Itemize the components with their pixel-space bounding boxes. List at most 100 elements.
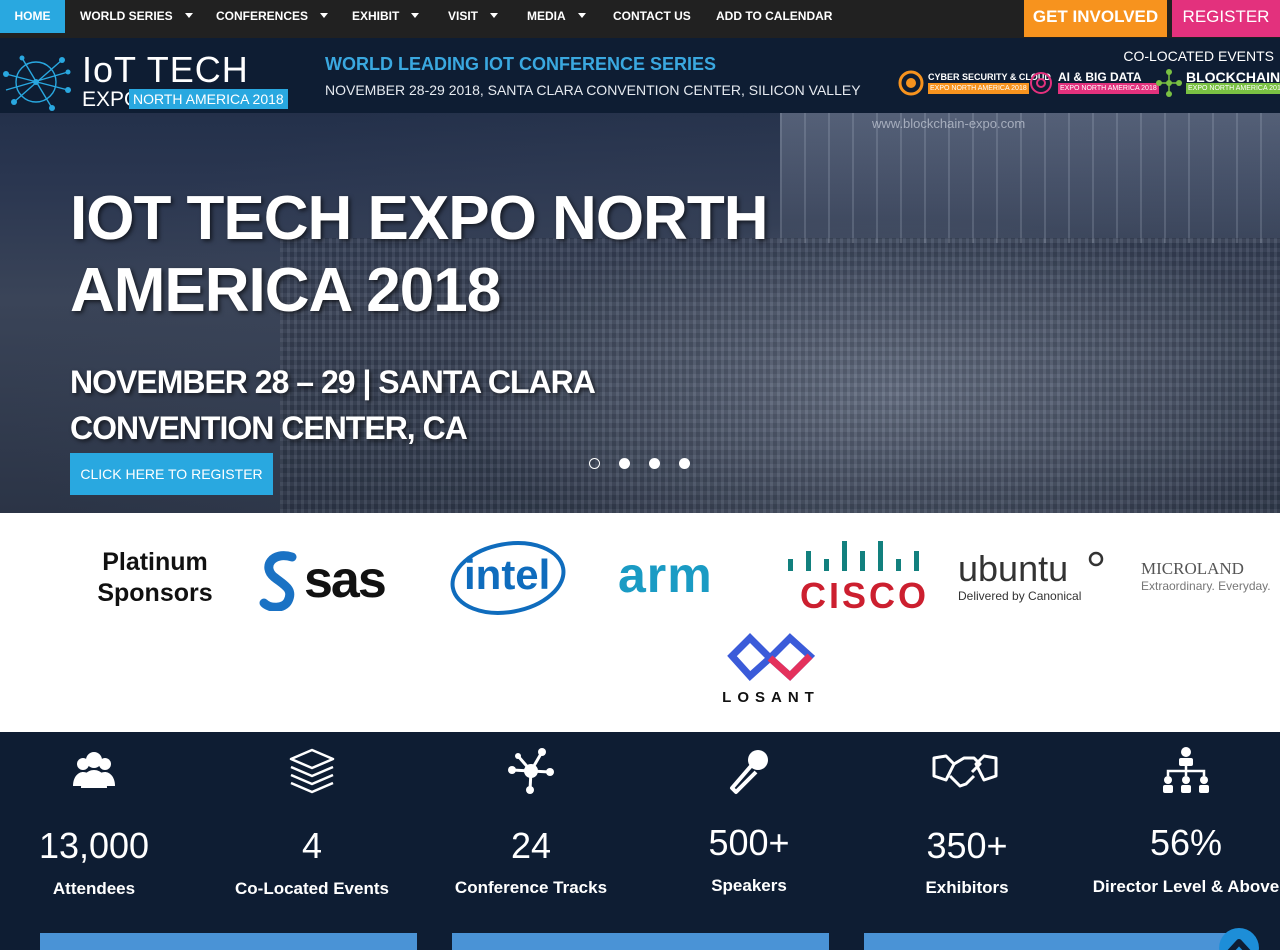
colocated-sub: EXPO NORTH AMERICA 2018: [1186, 83, 1280, 94]
sponsor-tagline: Delivered by Canonical: [958, 589, 1082, 603]
nav-item-world-series[interactable]: WORLD SERIES: [80, 0, 193, 33]
stat-label: Director Level & Above: [1092, 877, 1280, 896]
colocated-title: CO-LOCATED EVENTS: [1123, 48, 1274, 64]
sponsor-name: sas: [304, 551, 387, 609]
nav-label: HOME: [14, 9, 51, 23]
event-banner: IoT TECH EXPO NORTH AMERICA 2018 WORLD L…: [0, 38, 1280, 113]
stat-label: Co-Located Events: [235, 879, 389, 898]
microphone-icon: [730, 750, 768, 794]
nav-label: VISIT: [448, 9, 479, 23]
stat-value: 350+: [926, 825, 1008, 866]
site-logo[interactable]: IoT TECH EXPO NORTH AMERICA 2018: [2, 49, 288, 114]
stat-label: Exhibitors: [925, 878, 1009, 897]
hero-section: www.blockchain-expo.com IoT TECH EXPO NO…: [0, 38, 1280, 513]
carousel-dot-2[interactable]: [619, 458, 630, 469]
sponsor-intel-logo[interactable]: intel: [450, 538, 568, 616]
sponsor-name: MICROLAND: [1141, 559, 1244, 578]
carousel-dot-1[interactable]: [589, 458, 600, 469]
sponsor-cisco-logo[interactable]: CISCO: [786, 539, 928, 615]
colocated-ai-big-data-logo[interactable]: AI & BIG DATA EXPO NORTH AMERICA 2018: [1028, 68, 1159, 98]
nav-item-visit[interactable]: VISIT: [448, 0, 499, 33]
cisco-bars-icon: [788, 541, 919, 571]
hero-background-image: [780, 113, 1280, 243]
sas-swirl-icon: [259, 551, 297, 611]
sponsor-arm-logo[interactable]: arm: [618, 549, 748, 601]
info-button-1[interactable]: [40, 933, 417, 950]
sponsor-microland-logo[interactable]: MICROLAND Extraordinary. Everyday.: [1141, 559, 1280, 599]
nav-label: EXHIBIT: [352, 9, 400, 23]
stat-label: Attendees: [52, 879, 136, 898]
sponsor-sas-logo[interactable]: sas: [258, 549, 408, 611]
users-icon: [73, 752, 115, 788]
stat-value: 13,000: [38, 825, 150, 866]
colocated-sub: EXPO NORTH AMERICA 2018: [1058, 83, 1159, 94]
network-icon: [508, 748, 554, 794]
nav-label: WORLD SERIES: [80, 9, 173, 23]
nav-item-add-to-calendar[interactable]: ADD TO CALENDAR: [716, 0, 832, 33]
stats-section: 13,000 Attendees 4 Co-Located Events 24 …: [0, 732, 1280, 950]
register-button[interactable]: REGISTER: [1172, 0, 1280, 37]
chevron-up-icon: [1227, 939, 1251, 950]
hero-background-text: www.blockchain-expo.com: [872, 116, 1026, 131]
scroll-to-top-button[interactable]: [1219, 928, 1259, 950]
stat-value: 56%: [1149, 822, 1223, 863]
chevron-down-icon: [184, 13, 193, 19]
nav-item-home[interactable]: HOME: [0, 0, 65, 33]
handshake-icon: [932, 754, 998, 788]
carousel-dots: [589, 456, 709, 469]
layers-icon: [289, 748, 335, 794]
info-button-2[interactable]: [452, 933, 829, 950]
banner-tagline: WORLD LEADING IOT CONFERENCE SERIES: [325, 54, 717, 74]
nav-label: CONFERENCES: [216, 9, 309, 23]
sponsor-losant-logo[interactable]: LOSANT: [715, 631, 827, 711]
chevron-down-icon: [490, 13, 499, 19]
colocated-name: AI & BIG DATA: [1058, 70, 1142, 84]
sponsor-ubuntu-logo[interactable]: ubuntu Delivered by Canonical: [958, 551, 1108, 607]
info-button-3[interactable]: [864, 933, 1241, 950]
org-chart-icon: [1163, 747, 1209, 793]
hero-subtitle: NOVEMBER 28 – 29 | SANTA CLARA CONVENTIO…: [70, 364, 595, 446]
colocated-blockchain-logo[interactable]: BLOCKCHAIN EXPO NORTH AMERICA 2018: [1156, 68, 1280, 98]
top-navigation: HOME WORLD SERIES CONFERENCES EXHIBIT VI…: [0, 0, 1280, 38]
get-involved-button[interactable]: GET INVOLVED: [1024, 0, 1167, 37]
stat-label: Conference Tracks: [454, 878, 608, 897]
nav-label: ADD TO CALENDAR: [716, 9, 833, 23]
ubuntu-circle-icon: [1088, 551, 1104, 567]
stat-value: 500+: [708, 822, 790, 863]
chevron-down-icon: [577, 13, 586, 19]
colocated-sub: EXPO NORTH AMERICA 2018: [928, 83, 1029, 94]
sponsor-name: intel: [464, 551, 551, 598]
blockchain-icon: [1156, 69, 1182, 97]
stat-value: 24: [510, 825, 552, 866]
network-globe-icon: [3, 55, 71, 111]
sponsors-label: Platinum Sponsors: [97, 548, 213, 607]
register-cta-button[interactable]: CLICK HERE TO REGISTER: [70, 453, 273, 495]
stat-value: 4: [301, 825, 323, 866]
nav-label: CONTACT US: [613, 9, 691, 23]
nav-item-conferences[interactable]: CONFERENCES: [216, 0, 329, 33]
hero-title: IOT TECH EXPO NORTH AMERICA 2018: [70, 184, 768, 325]
sponsor-tagline: Extraordinary. Everyday.: [1141, 579, 1271, 593]
nav-item-media[interactable]: MEDIA: [527, 0, 586, 33]
brain-icon: [1030, 72, 1052, 94]
stat-label: Speakers: [711, 876, 787, 895]
nav-label: MEDIA: [527, 9, 566, 23]
logo-badge: NORTH AMERICA 2018: [129, 89, 288, 109]
chevron-down-icon: [411, 13, 420, 19]
sponsor-name: CISCO: [800, 575, 930, 616]
shield-ring-icon: [898, 70, 924, 96]
sponsor-name: ubuntu: [958, 548, 1069, 589]
nav-item-contact-us[interactable]: CONTACT US: [613, 0, 691, 33]
logo-title: IoT TECH: [82, 49, 249, 90]
carousel-dot-3[interactable]: [649, 458, 660, 469]
colocated-cyber-security-logo[interactable]: CYBER SECURITY & CLOUD EXPO NORTH AMERIC…: [898, 68, 1051, 98]
banner-date-venue: NOVEMBER 28-29 2018, SANTA CLARA CONVENT…: [325, 82, 861, 98]
nav-item-exhibit[interactable]: EXHIBIT: [352, 0, 420, 33]
sponsor-name: arm: [618, 547, 713, 603]
losant-knot-icon: [727, 633, 816, 681]
chevron-down-icon: [320, 13, 329, 19]
sponsors-section: Platinum Sponsors sas intel arm CISCO ub…: [0, 513, 1280, 732]
sponsor-name: LOSANT: [722, 689, 820, 706]
carousel-dot-4[interactable]: [679, 458, 690, 469]
colocated-name: BLOCKCHAIN: [1186, 69, 1280, 85]
